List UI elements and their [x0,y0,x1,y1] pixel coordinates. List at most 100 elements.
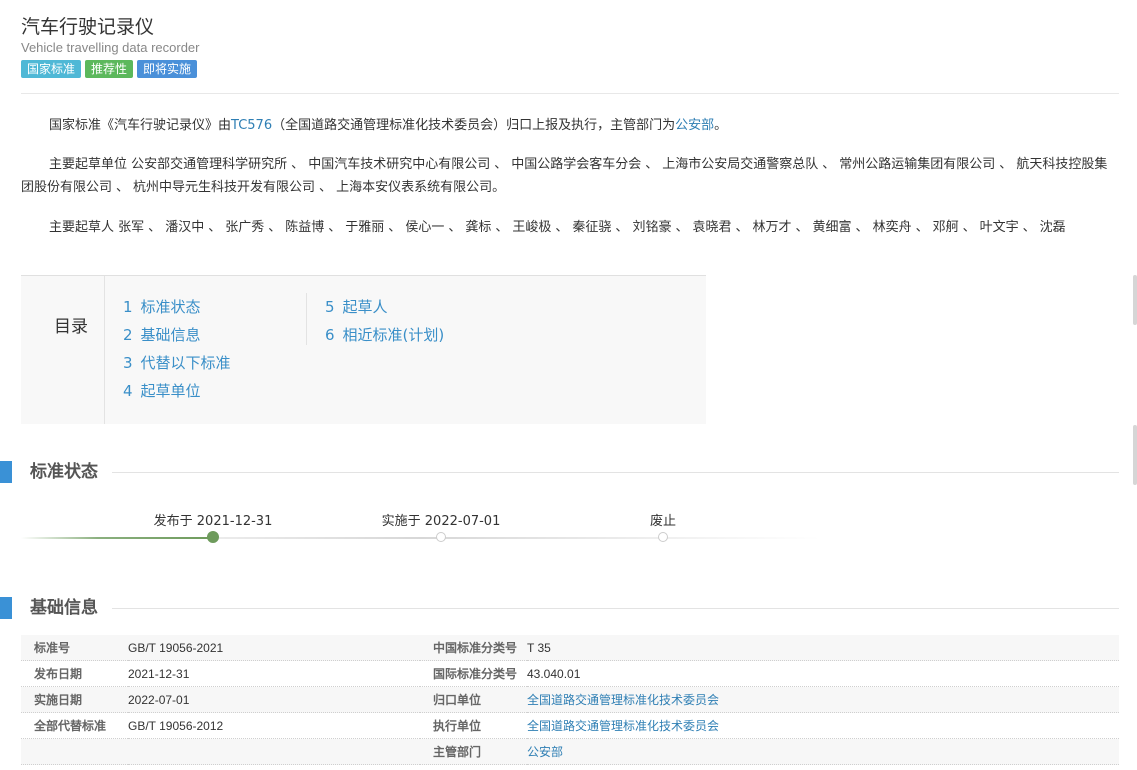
table-cell: 中国标准分类号 [420,635,527,661]
drafters-item: 刘铭豪 [632,220,672,235]
toc-item-label: 标准状态 [140,298,201,316]
list-separator: 、 [999,157,1013,172]
timeline-label-abolished: 废止 [649,514,677,529]
drafters-item: 黄细富 [812,220,852,235]
section-divider [112,472,1119,473]
field-label: 实施日期 [34,693,83,707]
list-separator: 、 [328,220,342,235]
table-cell: 2022-07-01 [128,686,420,713]
drafters-item: 侯心一 [405,220,445,235]
field-label: 主管部门 [433,745,482,759]
toc-item-drafting-units[interactable]: 4 起草单位 [123,377,231,405]
table-cell: 主管部门 [420,738,527,765]
drafters-item: 沈磊 [1039,220,1066,235]
table-cell: 43.040.01 [527,660,1119,687]
field-label: 国际标准分类号 [433,667,518,681]
drafters-item: 叶文宇 [979,220,1019,235]
section-accent-bar [0,461,12,483]
section-divider [112,608,1119,609]
basic-info-table: 标准号 GB/T 19056-2021 中国标准分类号 T 35 发布日期 2021-12… [21,635,1119,765]
timeline-label-published: 发布于 2021-12-31 [153,514,273,529]
table-row: 全部代替标准 GB/T 19056-2012 执行单位 全国道路交通管理标准化技术委员… [21,712,1119,739]
field-value: 43.040.01 [527,666,581,681]
table-cell: 全国道路交通管理标准化技术委员会 [527,712,1119,739]
section-header-status: 标准状态 [0,461,1119,483]
drafting-units-end: 。 [492,180,506,195]
toc-item-basic-info[interactable]: 2 基础信息 [123,321,231,349]
toc-item-number: 5 [325,298,335,316]
field-label: 中国标准分类号 [433,641,518,655]
list-separator: 、 [208,220,222,235]
badge-group: 国家标准 推荐性 即将实施 [21,60,198,78]
timeline-node-abolished [658,532,668,542]
toc-label: 目录 [54,317,88,337]
scrollbar-thumb[interactable] [1133,425,1137,485]
toc-item-similar-standards[interactable]: 6 相近标准(计划) [325,321,444,349]
field-value: 2022-07-01 [128,692,190,707]
toc-item-drafters[interactable]: 5 起草人 [325,293,444,321]
dept-link[interactable]: 公安部 [675,118,714,133]
field-value: GB/T 19056-2021 [128,640,224,655]
timeline-node-implemented [436,532,446,542]
drafters-item: 林奕舟 [872,220,912,235]
toc-item-number: 6 [325,326,335,344]
drafters-item: 龚标 [465,220,492,235]
intro-summary-middle: （全国道路交通管理标准化技术委员会）归口上报及执行，主管部门为 [272,118,676,133]
list-separator: 、 [268,220,282,235]
toc-item-label: 代替以下标准 [140,354,231,372]
drafters-item: 秦征骁 [572,220,612,235]
table-cell: T 35 [527,635,1119,661]
table-cell: 标准号 [21,635,128,661]
badge-recommended: 推荐性 [85,60,134,78]
table-cell: 发布日期 [21,660,128,687]
toc-item-number: 2 [123,326,133,344]
field-value-link[interactable]: 全国道路交通管理标准化技术委员会 [527,719,719,733]
field-label: 发布日期 [34,667,83,681]
field-value: T 35 [527,640,551,655]
toc-item-number: 4 [123,382,133,400]
timeline-node-published [207,531,219,543]
drafters-item: 林万才 [752,220,792,235]
intro-summary-prefix: 国家标准《汽车行驶记录仪》由 [49,118,232,133]
table-cell: 国际标准分类号 [420,660,527,687]
list-separator: 、 [645,157,659,172]
table-of-contents: 目录 1 标准状态 2 基础信息 3 代替以下标准 4 起草单位 5 起草人 6 相近标准(… [21,275,706,424]
scrollbar-thumb[interactable] [1133,275,1137,325]
field-value-link[interactable]: 全国道路交通管理标准化技术委员会 [527,693,719,707]
list-separator: 、 [735,220,749,235]
field-label: 归口单位 [433,693,482,707]
tc-link[interactable]: TC576 [231,118,272,133]
toc-item-replaced-standards[interactable]: 3 代替以下标准 [123,349,231,377]
toc-item-number: 1 [123,298,133,316]
intro-summary-end: 。 [714,118,728,133]
toc-item-label: 起草人 [342,298,388,316]
drafters-item: 邓舸 [932,220,959,235]
units-item: 中国汽车技术研究中心有限公司 [308,157,491,172]
field-label: 执行单位 [433,719,482,733]
toc-item-label: 起草单位 [140,382,201,400]
drafters-list: 张军、潘汉中、张广秀、陈益博、于雅丽、侯心一、龚标、王峻极、秦征骁、刘铭豪、袁晓… [118,220,1066,235]
drafters-label: 主要起草人 [49,220,115,235]
list-separator: 、 [795,220,809,235]
timeline-label-implemented: 实施于 2022-07-01 [381,514,501,529]
toc-item-status[interactable]: 1 标准状态 [123,293,231,321]
drafting-units-list: 公安部交通管理科学研究所、中国汽车技术研究中心有限公司、中国公路学会客车分会、上… [21,157,1107,195]
drafters-item: 袁晓君 [692,220,732,235]
field-value: 2021-12-31 [128,666,190,681]
table-cell [21,738,128,765]
list-separator: 、 [495,220,509,235]
section-header-basic-info: 基础信息 [0,597,1119,619]
units-item: 上海本安仪表系统有限公司 [336,180,493,195]
list-separator: 、 [116,180,130,195]
section-title: 标准状态 [30,462,98,482]
table-cell: 2021-12-31 [128,660,420,687]
list-separator: 、 [962,220,976,235]
badge-national-standard: 国家标准 [21,60,82,78]
toc-item-number: 3 [123,354,133,372]
field-label: 标准号 [34,641,71,655]
page-title: 汽车行驶记录仪 [21,16,155,38]
table-cell: 实施日期 [21,686,128,713]
field-value-link[interactable]: 公安部 [527,745,563,759]
table-cell: 归口单位 [420,686,527,713]
list-separator: 、 [615,220,629,235]
